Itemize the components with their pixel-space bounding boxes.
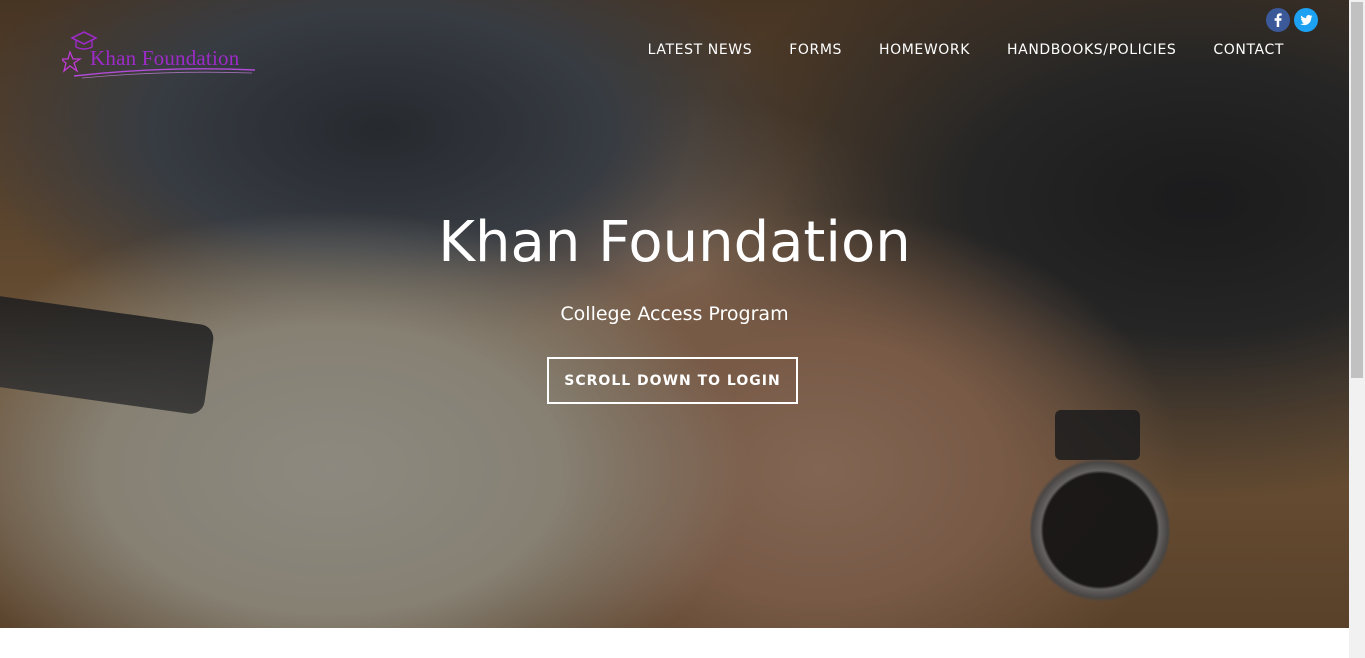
scrollbar-thumb[interactable] xyxy=(1351,2,1363,378)
twitter-icon[interactable] xyxy=(1294,8,1318,32)
scroll-down-to-login-button[interactable]: SCROLL DOWN TO LOGIN xyxy=(547,357,798,404)
page: Khan Foundation LATEST NEWS FORMS HOMEWO… xyxy=(0,0,1365,658)
hero-section: Khan Foundation LATEST NEWS FORMS HOMEWO… xyxy=(0,0,1349,628)
facebook-icon[interactable] xyxy=(1266,8,1290,32)
hero-title: Khan Foundation xyxy=(438,210,911,275)
nav-item-contact[interactable]: CONTACT xyxy=(1213,42,1284,58)
facebook-glyph xyxy=(1274,13,1282,27)
nav-item-forms[interactable]: FORMS xyxy=(789,42,842,58)
nav-item-handbooks-policies[interactable]: HANDBOOKS/POLICIES xyxy=(1007,42,1176,58)
nav-item-homework[interactable]: HOMEWORK xyxy=(879,42,970,58)
nav-item-latest-news[interactable]: LATEST NEWS xyxy=(648,42,753,58)
page-scrollbar[interactable] xyxy=(1349,0,1365,658)
main-nav: LATEST NEWS FORMS HOMEWORK HANDBOOKS/POL… xyxy=(648,42,1284,58)
social-links xyxy=(1266,8,1318,32)
site-logo[interactable]: Khan Foundation xyxy=(62,30,257,82)
hero-subtitle: College Access Program xyxy=(560,303,789,325)
logo-swoosh xyxy=(73,68,256,79)
twitter-glyph xyxy=(1300,15,1313,26)
